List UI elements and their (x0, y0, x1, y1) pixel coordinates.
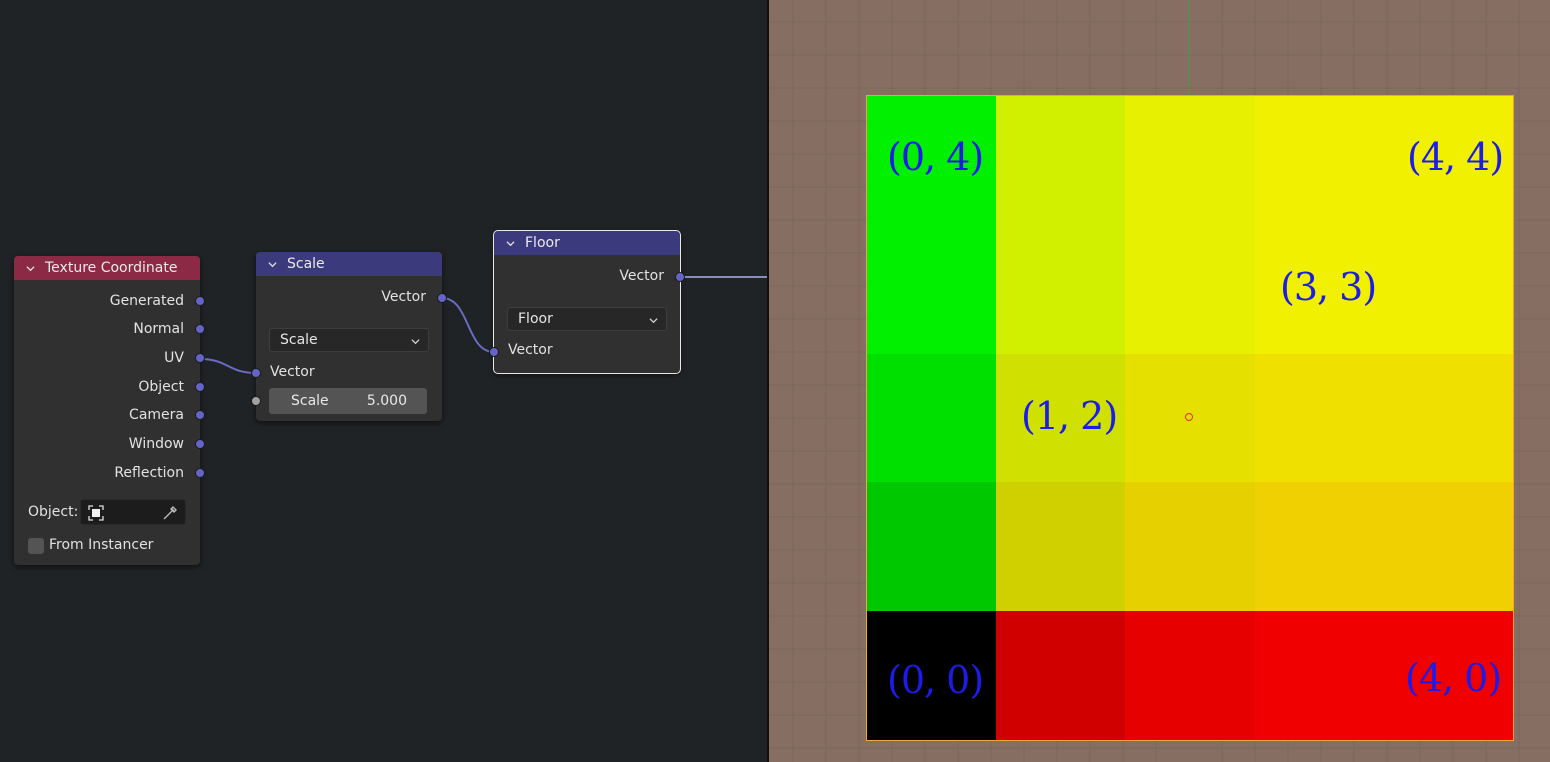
grid-cell-2-1 (1125, 482, 1255, 611)
floor-node[interactable]: Floor Vector Floor Vector (489, 230, 685, 374)
socket-camera[interactable] (195, 410, 205, 420)
floor-output-vector: Vector (619, 268, 664, 284)
floor-title: Floor (525, 235, 560, 251)
grid-cell-0-1 (867, 482, 996, 611)
socket-normal[interactable] (195, 324, 205, 334)
grid-cell-4-3 (1384, 225, 1513, 354)
scale-output-vector: Vector (381, 289, 426, 305)
output-object: Object (138, 379, 184, 395)
grid-cell-0-2 (867, 354, 996, 482)
chevron-down-icon (411, 339, 420, 345)
floor-input-vector-socket[interactable] (489, 347, 499, 357)
scale-value-label: Scale (291, 393, 329, 409)
floor-header[interactable]: Floor (494, 231, 680, 255)
output-generated: Generated (109, 293, 184, 309)
scale-input-vector-label: Vector (270, 364, 315, 380)
output-reflection: Reflection (114, 465, 184, 481)
chevron-down-icon[interactable] (506, 239, 515, 248)
scale-value: 5.000 (366, 393, 407, 409)
grid-cell-3-4 (1255, 96, 1384, 225)
scale-header[interactable]: Scale (256, 252, 442, 276)
grid-cell-1-1 (996, 482, 1125, 611)
socket-uv[interactable] (195, 353, 205, 363)
grid-cell-0-3 (867, 225, 996, 354)
grid-cell-2-0 (1125, 611, 1255, 740)
object-data-icon (88, 505, 104, 521)
chevron-down-icon (649, 318, 658, 324)
floor-output-socket[interactable] (675, 272, 685, 282)
grid-cell-1-3 (996, 225, 1125, 354)
socket-window[interactable] (195, 439, 205, 449)
from-instancer-checkbox[interactable] (28, 538, 44, 554)
label-1-2: (1, 2) (1021, 394, 1118, 438)
socket-object[interactable] (195, 382, 205, 392)
chevron-down-icon[interactable] (268, 260, 277, 269)
origin-marker (1185, 413, 1193, 421)
texture-coordinate-header[interactable]: Texture Coordinate (14, 256, 200, 280)
grid-cell-2-3 (1125, 225, 1255, 354)
link-scale-to-floor (441, 297, 495, 353)
from-instancer-label: From Instancer (49, 537, 154, 553)
object-label: Object: (28, 504, 79, 520)
label-0-4: (0, 4) (887, 135, 984, 179)
node-editor[interactable]: Texture Coordinate Generated Normal UV O… (0, 0, 767, 762)
object-field[interactable] (80, 499, 186, 525)
eyedropper-icon[interactable] (161, 504, 179, 522)
label-4-0: (4, 0) (1405, 656, 1502, 700)
scale-output-socket[interactable] (437, 293, 447, 303)
output-window: Window (128, 436, 184, 452)
link-uv-to-scale (199, 358, 257, 374)
scale-title: Scale (287, 256, 325, 272)
scale-value-field[interactable]: Scale 5.000 (269, 388, 427, 414)
grid-cell-4-2 (1384, 354, 1513, 482)
3d-viewport[interactable]: (0, 4) (4, 4) (3, 3) (1, 2) (0, 0) (4, 0… (769, 0, 1550, 762)
grid-cell-4-1 (1384, 482, 1513, 611)
grid-cell-2-4 (1125, 96, 1255, 225)
grid-cell-3-2 (1255, 354, 1384, 482)
texture-coordinate-node[interactable]: Texture Coordinate Generated Normal UV O… (14, 256, 205, 565)
socket-generated[interactable] (195, 296, 205, 306)
grid-cell-1-0 (996, 611, 1125, 740)
output-camera: Camera (129, 407, 184, 423)
label-0-0: (0, 0) (887, 658, 984, 702)
chevron-down-icon[interactable] (26, 264, 35, 273)
texture-coordinate-title: Texture Coordinate (45, 260, 178, 276)
output-normal: Normal (133, 321, 184, 337)
scale-node[interactable]: Scale Vector Scale Vector Scale 5.000 (251, 252, 447, 421)
scale-operation-dropdown[interactable]: Scale (269, 328, 429, 352)
scale-operation-value: Scale (280, 332, 318, 348)
grid-cell-1-4 (996, 96, 1125, 225)
output-uv: UV (164, 350, 184, 366)
grid-cell-3-0 (1255, 611, 1384, 740)
socket-reflection[interactable] (195, 468, 205, 478)
scale-input-scale-socket[interactable] (251, 396, 261, 406)
floor-input-vector-label: Vector (508, 342, 553, 358)
scale-input-vector-socket[interactable] (251, 368, 261, 378)
floor-operation-value: Floor (518, 311, 553, 327)
label-4-4: (4, 4) (1407, 135, 1504, 179)
label-3-3: (3, 3) (1280, 265, 1377, 309)
grid-cell-3-1 (1255, 482, 1384, 611)
floor-operation-dropdown[interactable]: Floor (507, 307, 667, 331)
